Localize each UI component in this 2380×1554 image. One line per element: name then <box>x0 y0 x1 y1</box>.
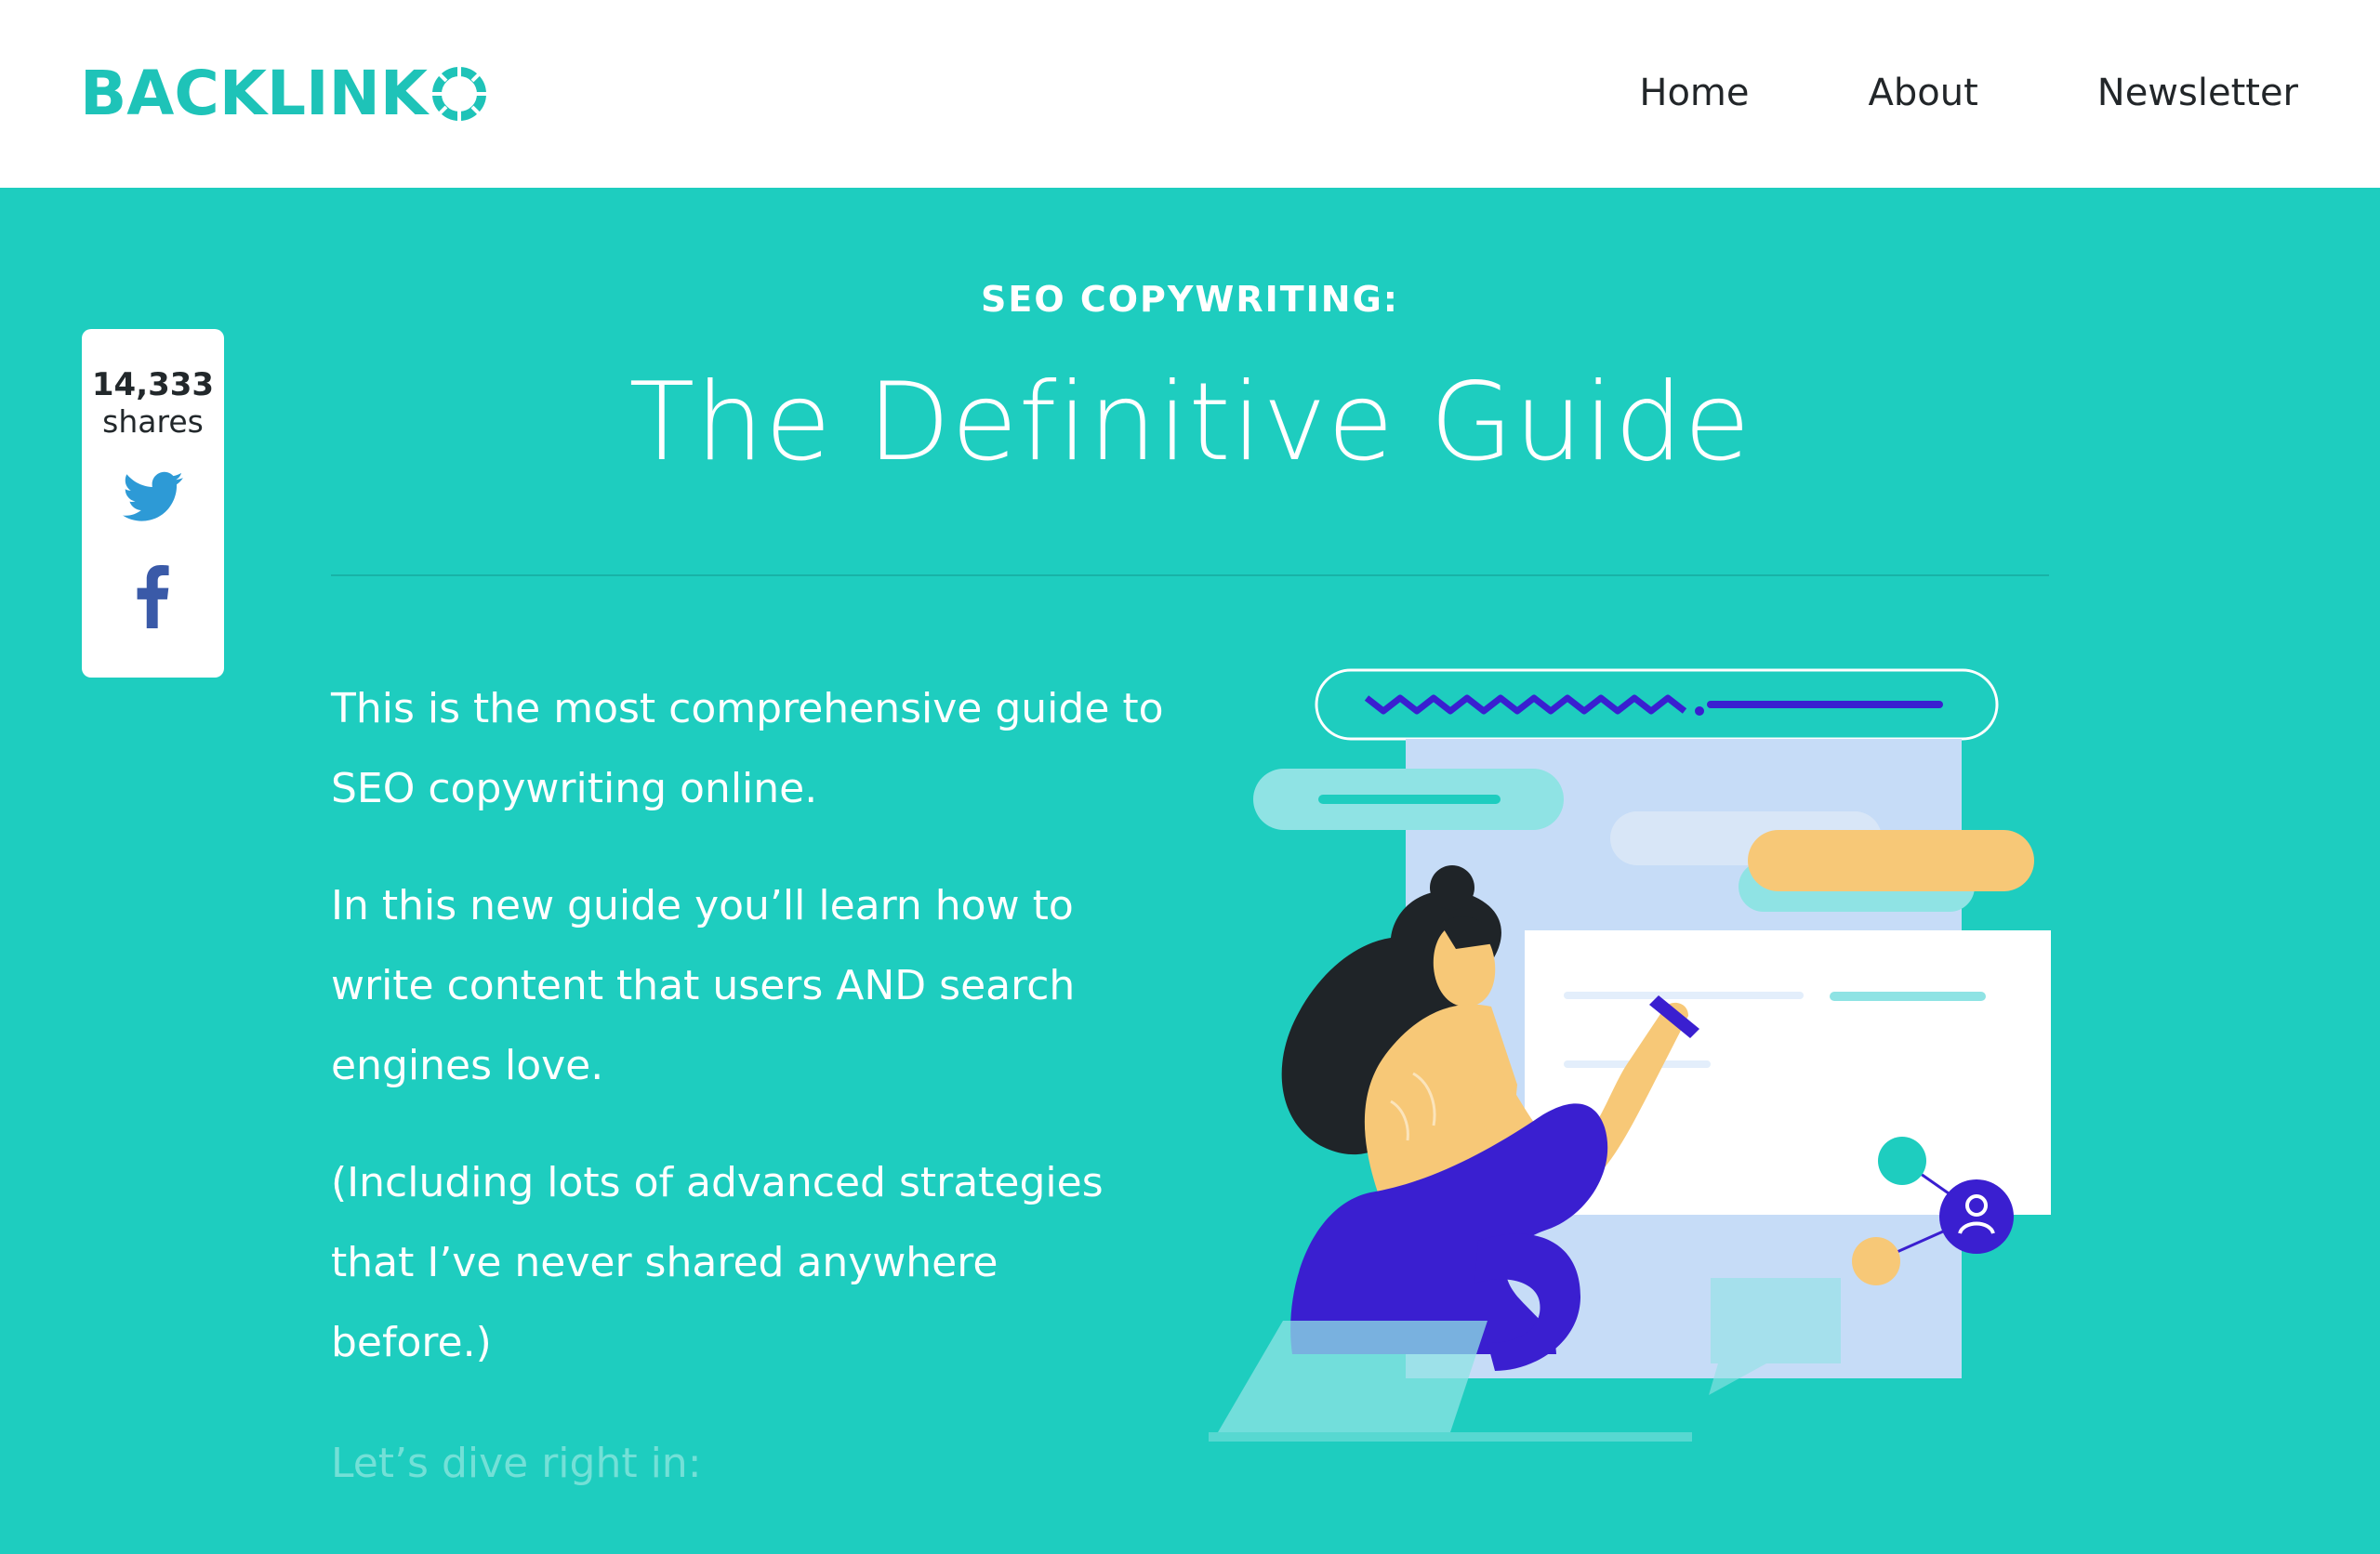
nav-about-link[interactable]: About <box>1869 65 1978 121</box>
facebook-icon[interactable] <box>136 565 169 628</box>
logo-text: BACKLINK <box>80 58 428 129</box>
intro-paragraph-1: This is the most comprehensive guide to … <box>331 685 1164 812</box>
main-nav: Home About Newsletter <box>1520 65 2298 121</box>
logo-o-icon <box>430 66 487 122</box>
backlinko-logo[interactable]: BACKLINK <box>80 58 489 130</box>
nav-home-link[interactable]: Home <box>1639 65 1749 121</box>
hero-illustration <box>1209 668 2051 1442</box>
page-title: The Definitive Guide <box>628 360 1752 485</box>
hero-kicker: SEO COPYWRITING: <box>981 279 1399 320</box>
intro-paragraph-4: Let’s dive right in: <box>331 1440 702 1487</box>
intro-text: This is the most comprehensive guide to … <box>331 669 1168 1420</box>
hero-divider <box>331 574 2049 576</box>
intro-paragraph-3: (Including lots of advanced strategies t… <box>331 1159 1104 1366</box>
intro-paragraph-2: In this new guide you’ll learn how to wr… <box>331 882 1076 1089</box>
nav-newsletter-link[interactable]: Newsletter <box>2097 65 2298 121</box>
site-header: BACKLINK Home About Newsletter <box>0 0 2380 188</box>
